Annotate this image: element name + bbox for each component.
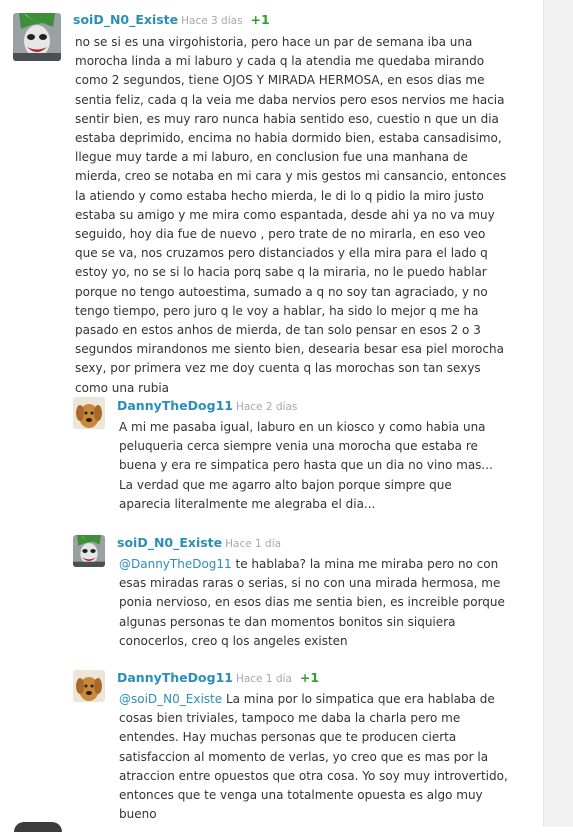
comment-text: A mi me pasaba igual, laburo en un kiosc… [119, 420, 493, 511]
user-mention-link[interactable]: @soiD_N0_Existe [119, 692, 222, 706]
timestamp[interactable]: Hace 1 día [225, 538, 281, 550]
comments-area: soiD_N0_Existe Hace 3 días +1 no se si es … [0, 0, 543, 832]
user-mention-link[interactable]: @DannyTheDog11 [119, 557, 232, 571]
vote-count: +1 [299, 670, 320, 685]
comment-header: soiD_N0_Existe Hace 3 días +1 [73, 12, 270, 29]
vote-count: +1 [250, 12, 270, 27]
joker-avatar[interactable] [13, 13, 61, 61]
author-name[interactable]: soiD_N0_Existe [117, 535, 222, 550]
timestamp[interactable]: Hace 1 día [236, 673, 292, 685]
author-name[interactable]: DannyTheDog11 [117, 670, 233, 685]
comment-text: @DannyTheDog11 te hablaba? la mina me mi… [119, 555, 509, 651]
joker-avatar[interactable] [73, 535, 105, 567]
timestamp[interactable]: Hace 2 días [236, 401, 297, 413]
right-sidebar [543, 0, 573, 827]
comment-text: no se si es una virgohistoria, pero hace… [75, 35, 507, 395]
comment-text: @soiD_N0_Existe La mina por lo simpatica… [119, 690, 509, 824]
next-comment-avatar[interactable] [14, 822, 62, 832]
dog-avatar[interactable] [73, 397, 105, 429]
comment-header: soiD_N0_Existe Hace 1 día [117, 535, 281, 552]
timestamp[interactable]: Hace 3 días [181, 15, 242, 27]
comment-text-body: La mina por lo simpatica que era hablaba… [119, 692, 508, 822]
dog-avatar[interactable] [73, 670, 105, 702]
author-name[interactable]: soiD_N0_Existe [73, 12, 178, 27]
comment-header: DannyTheDog11 Hace 2 días [117, 398, 297, 415]
author-name[interactable]: DannyTheDog11 [117, 398, 233, 413]
comment-header: DannyTheDog11 Hace 1 día +1 [117, 670, 319, 687]
